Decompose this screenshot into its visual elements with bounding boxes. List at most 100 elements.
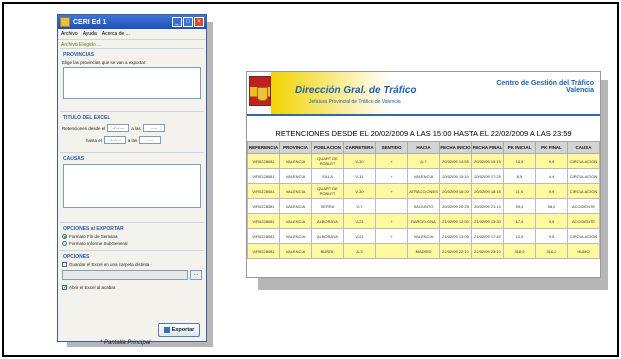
table-cell: 20/02/09 17:25 [471,168,504,184]
causas-heading: CAUSAS [60,152,204,163]
folder-row: ... [58,268,206,282]
table-cell: SERRA [311,198,344,214]
org-name: Dirección Gral. de Tráfico [295,85,417,96]
hasta-time-field[interactable]: --:-- [139,136,162,144]
table-cell: 9,5 [535,228,568,244]
column-header: FECHA FINAL [471,141,504,154]
maximize-icon[interactable]: □ [183,17,193,27]
desde-date-field[interactable]: --/--/---- [107,124,130,132]
desde-row: Retenciones desde el --/--/---- a las --… [58,122,206,134]
radio-unselected-icon[interactable] [62,241,67,246]
table-cell: 21/02/09 17:40 [471,228,504,244]
hasta-label: hasta el [86,137,102,143]
table-cell: V/R0228081 [247,153,280,169]
table-cell: + [375,228,408,244]
table-cell: CIRCULACION [567,153,600,169]
abrir-label: Abrir el Excel al acabar. [69,285,117,290]
export-icon [163,327,170,333]
table-cell: V-30 [343,153,376,169]
radio-fin-de-semana[interactable]: Formato Fin de Semana [58,233,206,240]
table-cell: 9,9 [535,153,568,169]
table-cell: CIRCULACION [567,168,600,184]
table-row: V/R0228081 VALENCIA ALBORAYA V-21 + VALENCIA 2… [247,228,600,244]
title-bar[interactable]: CERI Ed 1 _ □ × [58,15,206,29]
table-cell: CIRCULACION [567,183,600,199]
table-row: V/R0228081 VALENCIA SERRA V-7 SAGUNTO 20/02/0… [247,198,600,214]
table-cell: A-7 [407,153,440,169]
table-cell: SAGUNTO [407,198,440,214]
export-button[interactable]: Exportar [158,323,200,337]
table-cell: 6,5 [503,168,536,184]
table-cell: 11,5 [503,183,536,199]
table-row: V/R0228081 VALENCIA ALBORAYA V-21 + BARCELONA… [247,213,600,229]
guardar-checkbox[interactable] [62,262,67,267]
radio-selected-icon[interactable] [62,234,67,239]
abrir-checkbox-row[interactable]: ✓ Abrir el Excel al acabar. [58,284,206,291]
table-cell: V/R0228081 [247,183,280,199]
table-cell: ATRACCIONES [407,183,440,199]
menu-archivo[interactable]: Archivo [61,29,78,39]
table-cell: 21/02/09 12:50 [439,213,472,229]
table-cell: CIRCULACION [567,228,600,244]
table-cell: 22/02/09 22:10 [439,243,472,259]
report-header: Dirección Gral. de Tráfico Jefatura Prov… [247,72,600,116]
table-cell: ACCIDENTE [567,198,600,214]
report-table: REFERENCIA PROVINCIA POBLACION CARRETERA SEN… [247,141,600,259]
chosen-file-link[interactable]: Archivo Elegido ... [58,40,206,48]
table-cell: VALENCIA [407,168,440,184]
abrir-checkbox[interactable]: ✓ [62,285,67,291]
table-cell: 4,4 [535,168,568,184]
menu-bar: Archivo Ayuda Acerca de ... [58,29,206,40]
table-cell: HUMO [567,243,600,259]
table-cell: 20/02/09 18:15 [471,183,504,199]
table-cell: 21/02/09 13:05 [439,228,472,244]
table-cell: 20/02/09 16:20 [439,183,472,199]
table-cell: V/R0228081 [247,228,280,244]
table-cell [375,243,408,259]
table-cell: 17,5 [503,213,536,229]
org-subtitle: Jefatura Provincial de Tráfico de Valenc… [309,99,401,105]
table-cell: + [375,213,408,229]
close-icon[interactable]: × [194,17,204,27]
provincias-heading: PROVINCIAS [60,48,204,59]
table-cell: 20/02/09 15:10 [439,168,472,184]
table-row: V/R0228081 VALENCIA QUART DE POBLET V-30 + A-… [247,153,600,169]
table-cell: VALENCIA [279,228,312,244]
table-cell: A-3 [343,243,376,259]
table-cell: 20/02/09 20:25 [439,198,472,214]
table-cell: V/R0228081 [247,213,280,229]
causas-list[interactable] [63,164,201,208]
guardar-checkbox-row[interactable]: Guardar el Excel en una carpeta distinta [58,261,206,268]
centro-line-1: Centro de Gestión del Tráfico [496,80,594,87]
table-cell: VALENCIA [279,168,312,184]
table-cell: + [375,153,408,169]
opciones-exportar-heading: OPCIONES al EXPORTAR [60,222,204,233]
desde-label: Retenciones desde el [62,125,106,131]
hasta-date-field[interactable]: --/--/---- [103,136,126,144]
table-cell: 16,5 [503,153,536,169]
table-cell: 10,5 [503,228,536,244]
minimize-icon[interactable]: _ [172,17,182,27]
radio-subgeneral[interactable]: Formato Informe SubGeneral [58,240,206,247]
table-row: V/R0228081 VALENCIA BUÑOL A-3 MADRID 22/02/09… [247,243,600,259]
menu-acerca[interactable]: Acerca de ... [102,29,130,39]
column-header: PROVINCIA [279,141,312,154]
report-sheet: Dirección Gral. de Tráfico Jefatura Prov… [246,71,601,278]
table-header-row: REFERENCIA PROVINCIA POBLACION CARRETERA SEN… [247,141,600,154]
table-cell: VALENCIA [407,228,440,244]
table-cell: V/R0228081 [247,198,280,214]
radio-fin-de-semana-label: Formato Fin de Semana [69,234,118,239]
column-header: SENTIDO [375,141,408,154]
provincias-list[interactable] [63,67,201,99]
desde-time-field[interactable]: --:-- [142,124,165,132]
table-cell: QUART DE POBLET [311,153,344,169]
column-header: CARRETERA [343,141,376,154]
table-cell: V-7 [343,198,376,214]
table-cell: 20/02/09 21:10 [471,198,504,214]
table-cell: BARCELONA [407,213,440,229]
table-cell: VALENCIA [279,153,312,169]
folder-path-field[interactable] [62,270,188,280]
menu-ayuda[interactable]: Ayuda [83,29,97,39]
browse-button[interactable]: ... [190,270,202,280]
table-cell: V-21 [343,213,376,229]
